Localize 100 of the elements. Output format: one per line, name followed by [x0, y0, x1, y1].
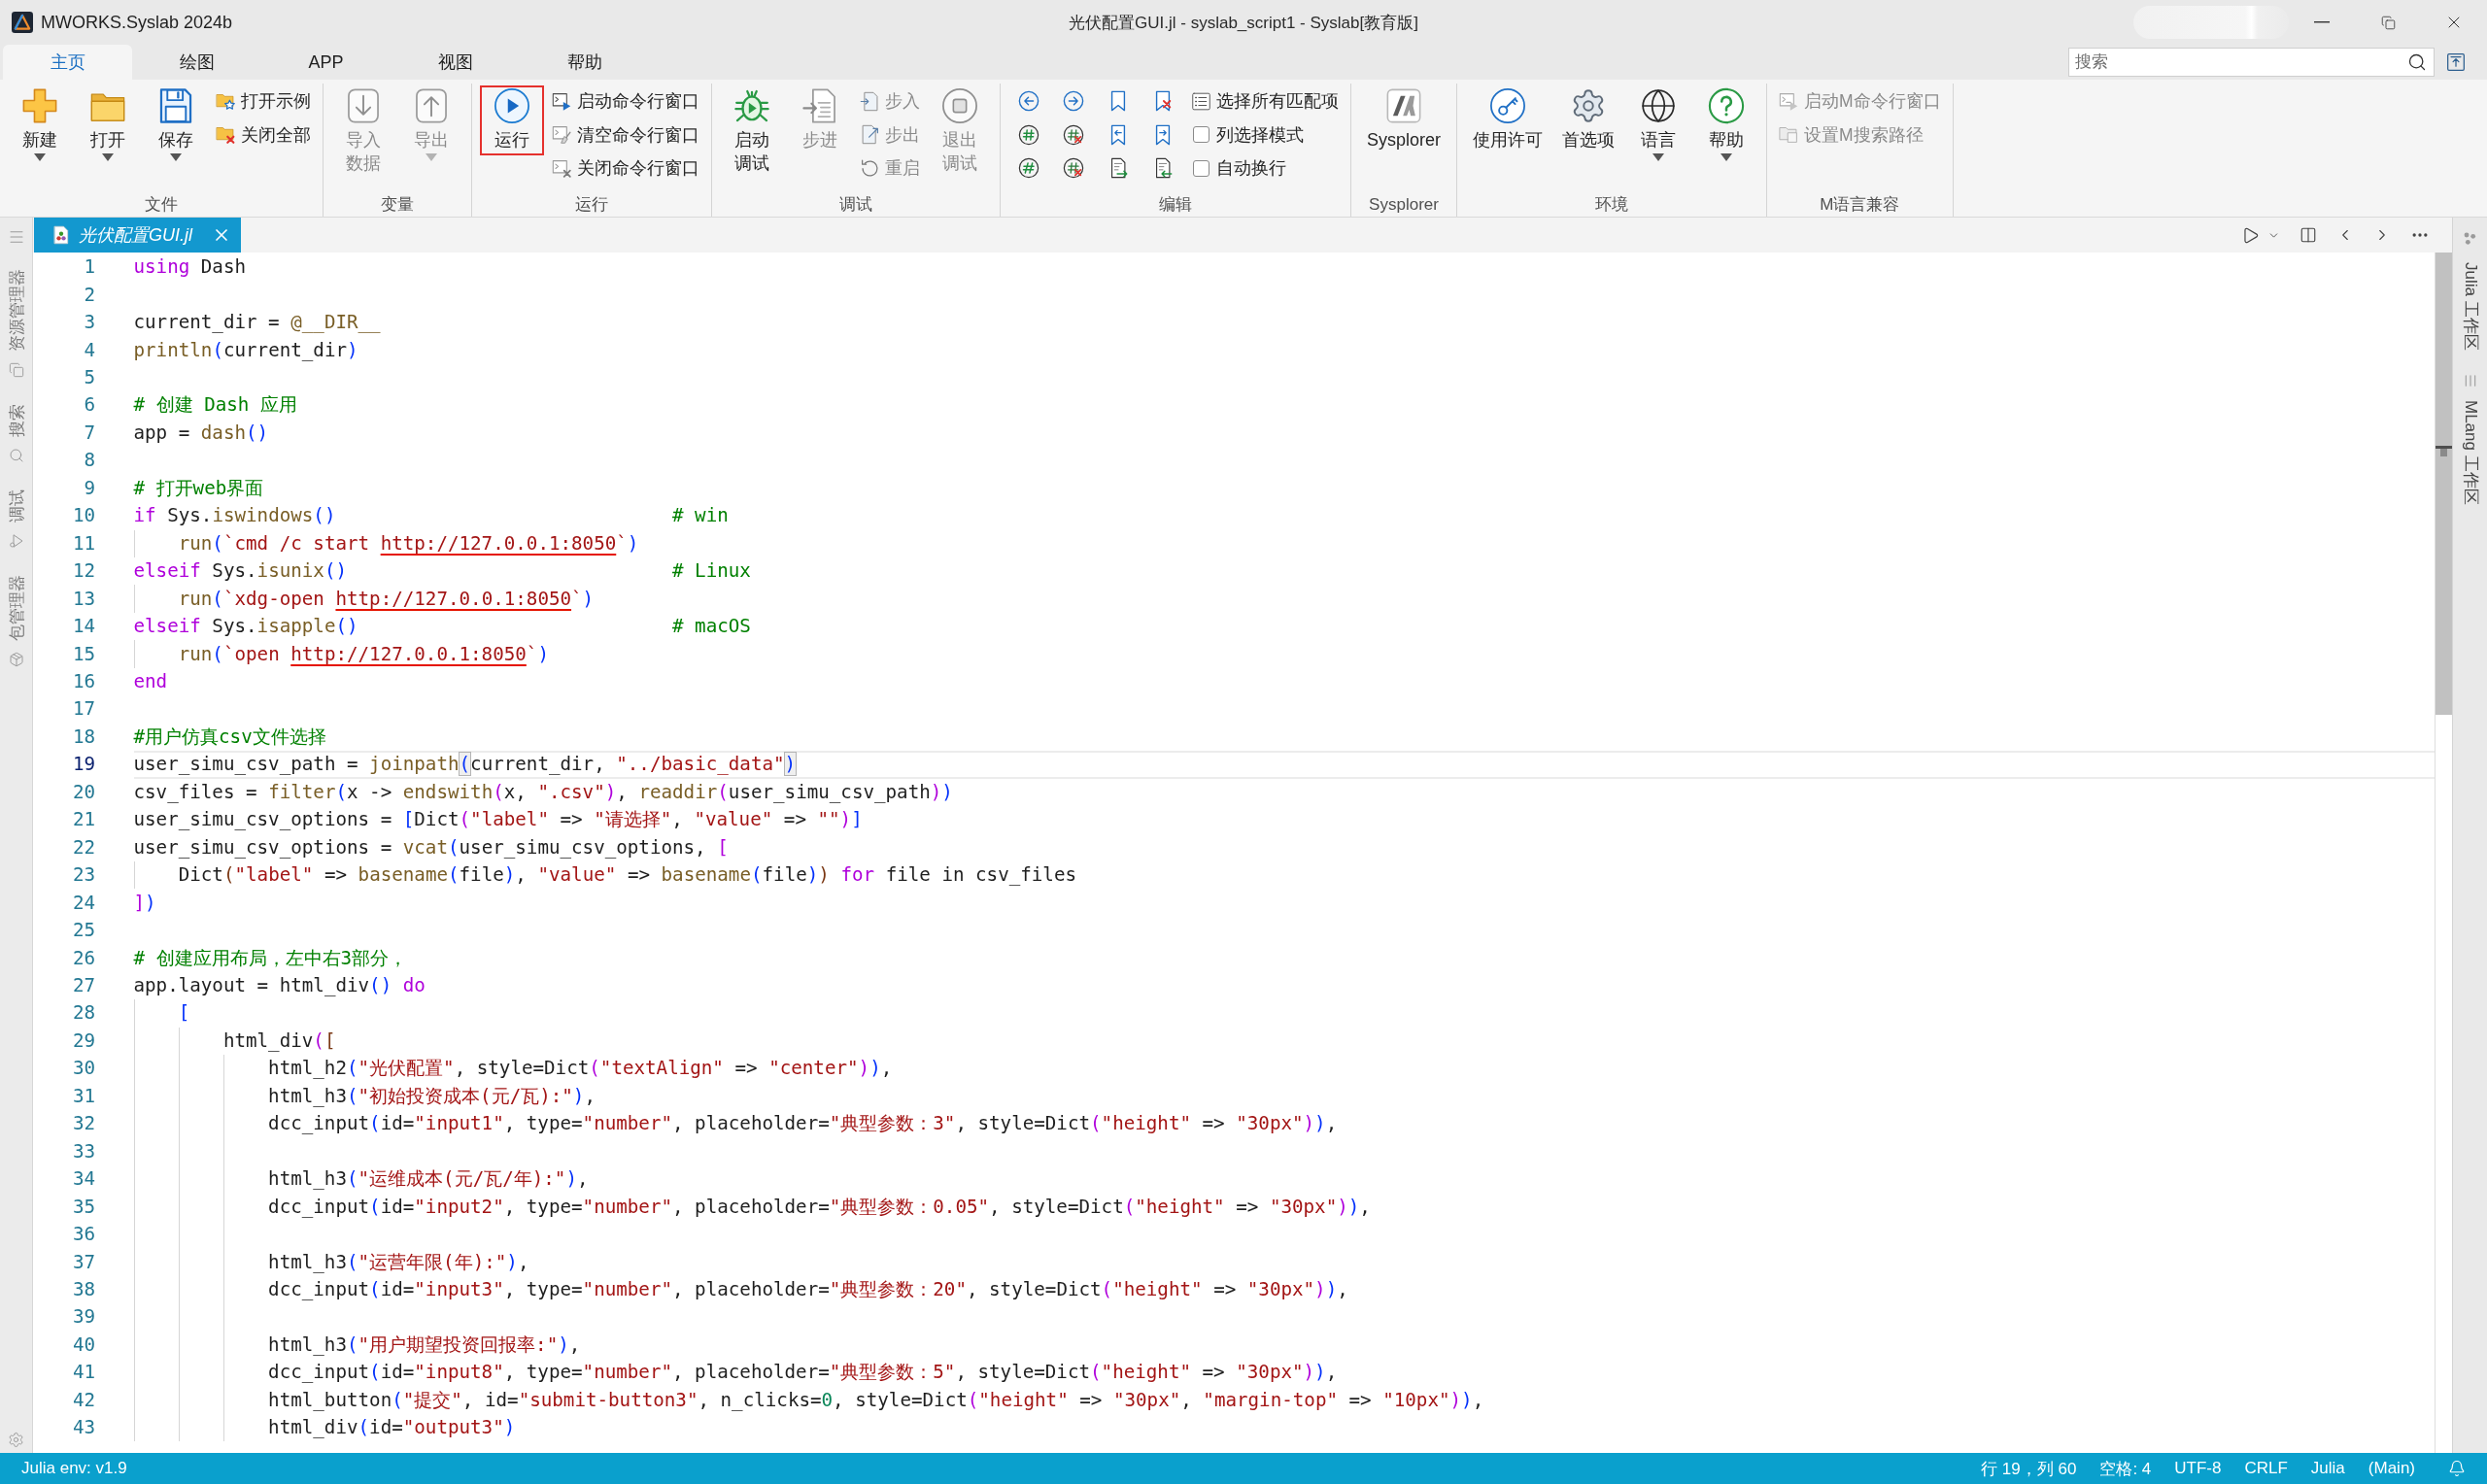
ribbon-tab[interactable]: 视图 — [391, 45, 520, 80]
document-arrow-icon — [860, 124, 880, 145]
refresh-icon — [860, 157, 880, 179]
ribbon-button[interactable]: 帮助 — [1694, 85, 1759, 165]
line-number: 40 — [71, 1332, 95, 1357]
line-number: 29 — [71, 1029, 95, 1053]
line-number: 24 — [71, 891, 95, 915]
group-label: 调试 — [839, 194, 872, 216]
ribbon-button[interactable]: 运行 — [480, 85, 544, 155]
code-line: run(`xdg-open http://127.0.0.1:8050`) — [178, 587, 595, 611]
line-number: 27 — [71, 974, 95, 997]
app-name: MWORKS.Syslab 2024b — [41, 12, 233, 33]
bell-icon[interactable] — [2448, 1460, 2466, 1477]
code-line: [ — [178, 1001, 190, 1026]
ribbon-tab[interactable]: 帮助 — [520, 45, 649, 80]
line-number: 30 — [71, 1057, 95, 1081]
line-number: 2 — [83, 283, 95, 307]
sidebar-tab[interactable]: 资源管理器 — [7, 269, 25, 352]
list-icon — [1191, 90, 1211, 112]
group-label: 运行 — [575, 194, 608, 216]
group-label: 文件 — [145, 194, 178, 216]
ribbon-tab[interactable]: 绘图 — [132, 45, 261, 80]
folder-icon — [1779, 124, 1800, 145]
code-line: #用户仿真csv文件选择 — [133, 725, 326, 749]
checkbox[interactable] — [1193, 126, 1209, 143]
hash-circle-x-icon — [1063, 157, 1084, 179]
search-field[interactable]: 搜索 — [2068, 48, 2435, 77]
scrollbar-thumb[interactable] — [2436, 253, 2452, 715]
columns-icon[interactable] — [2300, 226, 2317, 244]
checkbox[interactable] — [1193, 159, 1209, 177]
line-number: 28 — [71, 1001, 95, 1026]
sidebar-tab[interactable]: 调试 — [7, 489, 25, 523]
code-line: dcc_input(id="input1", type="number", placeholder="典型参数：3", style=Dict("height" => "30px")), — [268, 1112, 1338, 1136]
line-number: 25 — [71, 919, 95, 943]
side-panel-tab[interactable]: MLang 工作区 — [2461, 399, 2479, 505]
line-number: 26 — [71, 946, 95, 970]
collapse-ribbon-button[interactable] — [2446, 52, 2466, 72]
group-label: 编辑 — [1159, 194, 1192, 216]
terminal-play-icon — [552, 90, 572, 112]
line-number: 16 — [71, 670, 95, 693]
line-number: 23 — [71, 863, 95, 888]
help-icon — [1708, 87, 1746, 124]
hash-circle-x-icon — [1063, 123, 1084, 146]
ribbon-button[interactable]: 新建 — [8, 85, 72, 165]
line-number: 6 — [83, 393, 95, 418]
code-line: user_simu_csv_options = [Dict("label" => "请选择", "value" => "")] — [133, 808, 863, 832]
line-number: 19 — [71, 753, 95, 777]
restore-icon — [2380, 15, 2396, 30]
ribbon-item[interactable]: 打开示例 — [212, 85, 315, 117]
code-line: user_simu_csv_path = joinpath(current_dir, "../basic_data") — [133, 753, 797, 777]
window-title: 光伏配置GUI.jl - syslab_script1 - Syslab[教育版] — [1069, 12, 1418, 34]
app-logo-icon — [12, 12, 33, 33]
dots-icon — [2462, 231, 2478, 247]
ribbon-item[interactable]: 关闭全部 — [212, 118, 315, 151]
checkbox-option[interactable]: 自动换行 — [1187, 152, 1343, 184]
line-number: 38 — [71, 1278, 95, 1301]
code-line: app = dash() — [133, 421, 269, 445]
sidebar-tab[interactable]: 包管理器 — [7, 575, 25, 641]
code-line: user_simu_csv_options = vcat(user_simu_csv_options, [ — [133, 835, 729, 860]
line-number: 14 — [71, 615, 95, 639]
ribbon-button[interactable]: Sysplorer — [1359, 85, 1449, 155]
ribbon-button[interactable]: 打开 — [76, 85, 140, 165]
code-line: dcc_input(id="input8", type="number", placeholder="典型参数：5", style=Dict("height" => "30px")), — [268, 1361, 1338, 1385]
play-icon[interactable] — [2241, 225, 2260, 245]
ribbon-item[interactable]: 关闭命令行窗口 — [548, 152, 703, 184]
logo-icon — [1385, 87, 1422, 124]
line-number: 13 — [71, 587, 95, 611]
ribbon-item[interactable]: 启动命令行窗口 — [548, 85, 703, 117]
code-line: elseif Sys.isunix() # Linux — [133, 559, 751, 584]
globe-icon — [1640, 87, 1678, 124]
ribbon-button[interactable]: 语言 — [1626, 85, 1691, 165]
line-number: 11 — [71, 531, 95, 556]
ribbon-tab[interactable]: APP — [261, 45, 391, 80]
ribbon-button[interactable]: 使用许可 — [1465, 85, 1551, 155]
ribbon-button[interactable]: 首选项 — [1554, 85, 1623, 155]
line-number: 36 — [71, 1223, 95, 1247]
line-number: 42 — [71, 1388, 95, 1412]
terminal-icon — [1779, 90, 1800, 112]
checkbox-option[interactable]: 列选择模式 — [1187, 118, 1343, 151]
line-number: 21 — [71, 808, 95, 832]
side-panel-tab[interactable]: Julia 工作区 — [2461, 262, 2479, 351]
code-line: run(`cmd /c start http://127.0.0.1:8050`) — [178, 531, 639, 556]
ribbon-item[interactable]: 选择所有匹配项 — [1187, 85, 1343, 117]
code-line: html_div(id="output3") — [268, 1416, 516, 1440]
code-line: dcc_input(id="input3", type="number", placeholder="典型参数：20", style=Dict("height" => "30px")), — [268, 1278, 1348, 1301]
group-label: M语言兼容 — [1820, 194, 1900, 216]
search-icon[interactable] — [2407, 52, 2427, 72]
line-number: 32 — [71, 1112, 95, 1136]
ribbon-button[interactable]: 启动 调试 — [720, 85, 784, 179]
ribbon-tab[interactable]: 主页 — [3, 45, 132, 80]
line-number: 5 — [83, 366, 95, 390]
group-label: 环境 — [1595, 194, 1629, 216]
arrow-right-circle-icon — [1063, 90, 1084, 112]
ribbon-button[interactable]: 保存 — [144, 85, 208, 165]
sidebar-tab[interactable]: 搜索 — [7, 404, 25, 437]
code-line: if Sys.iswindows() # win — [133, 504, 729, 528]
line-number: 7 — [83, 421, 95, 445]
ribbon-item[interactable]: 清空命令行窗口 — [548, 118, 703, 151]
file-icon — [51, 225, 71, 245]
play-circle-icon — [494, 87, 530, 124]
